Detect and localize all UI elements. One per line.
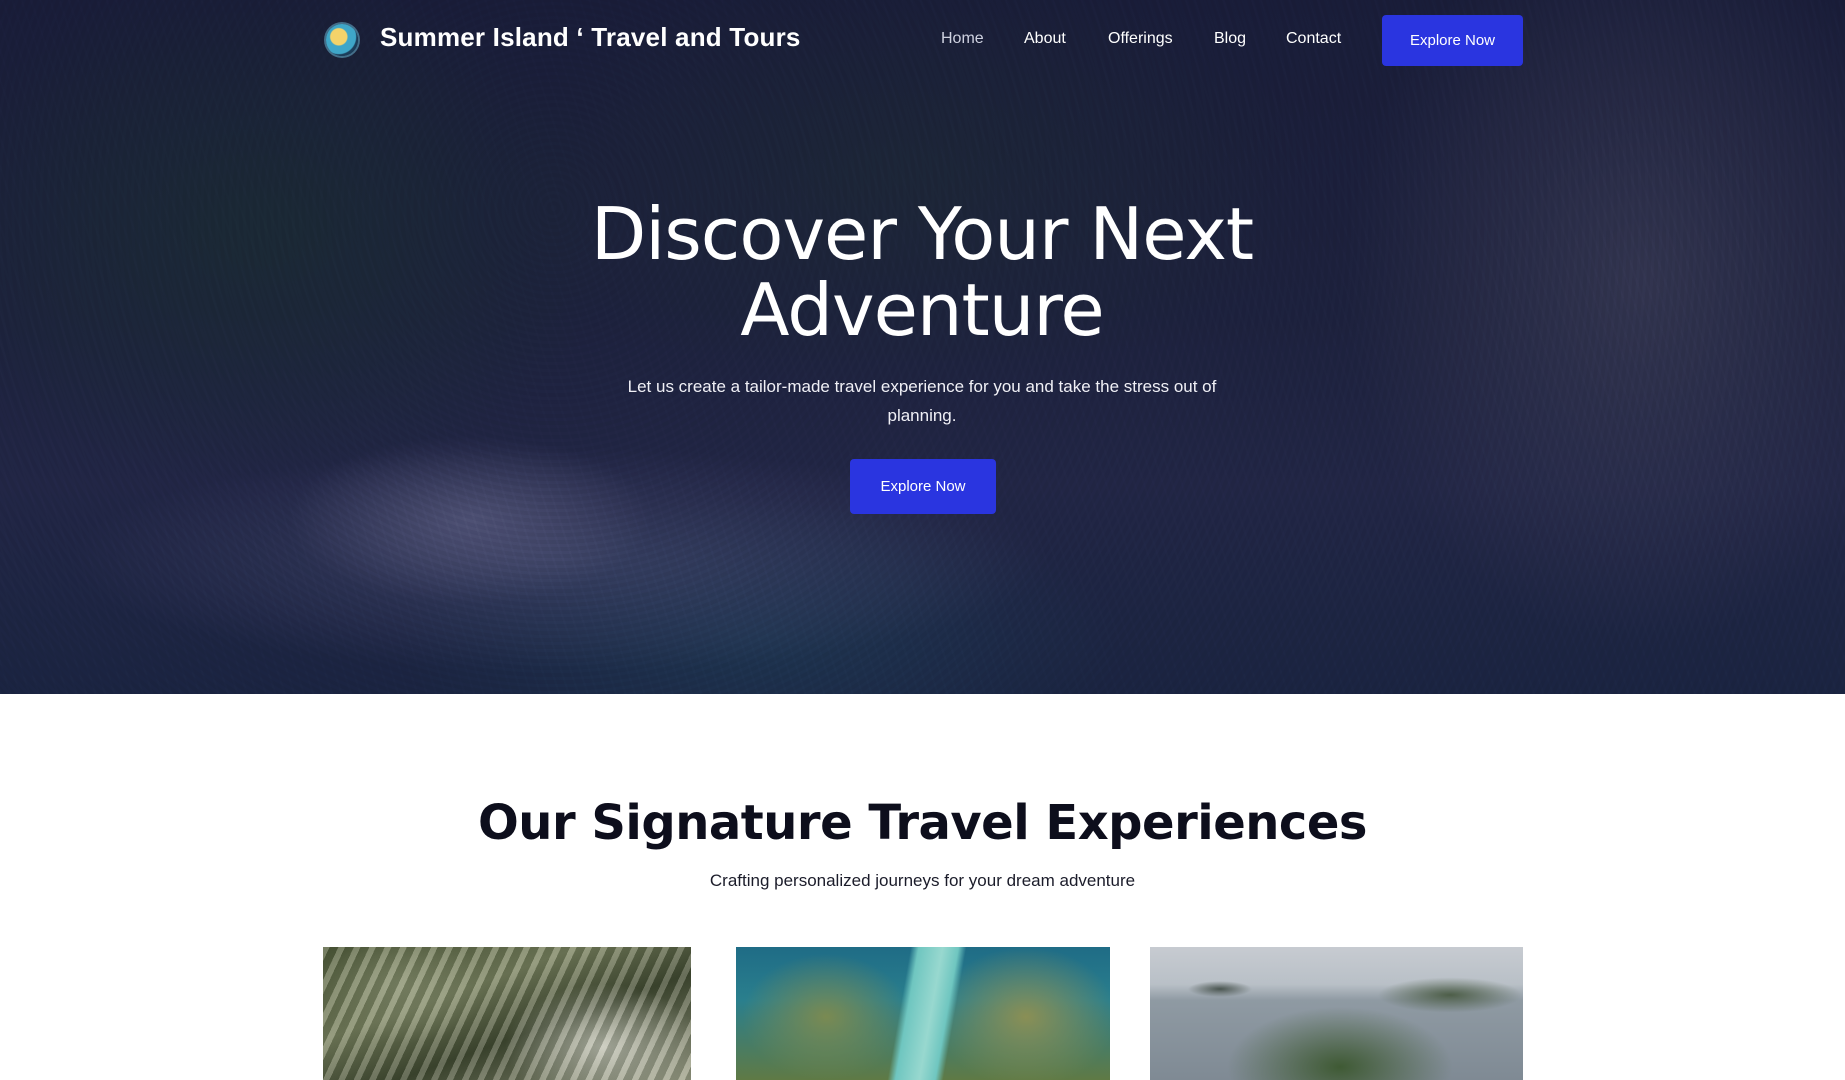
hero-title: Discover Your Next Adventure [522, 196, 1322, 348]
hero-explore-button[interactable]: Explore Now [850, 459, 996, 514]
nav-about-link[interactable]: About [1024, 30, 1066, 48]
header-explore-button[interactable]: Explore Now [1382, 15, 1523, 66]
hero-title-line-2: Adventure [740, 268, 1104, 352]
section-subtitle: Crafting personalized journeys for your … [709, 871, 1136, 890]
nav-offerings-link[interactable]: Offerings [1108, 30, 1173, 48]
experience-card-image-3[interactable] [1150, 947, 1523, 1080]
section-title: Our Signature Travel Experiences [478, 795, 1368, 851]
experience-card-image-1[interactable] [323, 947, 691, 1080]
nav-blog-link[interactable]: Blog [1214, 30, 1246, 48]
brand-name[interactable]: Summer Island ‘ Travel and Tours [380, 22, 801, 53]
globe-icon[interactable] [326, 24, 358, 56]
hero-section: Summer Island ‘ Travel and Tours Home Ab… [0, 0, 1845, 694]
hero-title-line-1: Discover Your Next [590, 192, 1254, 276]
top-navigation: Summer Island ‘ Travel and Tours Home Ab… [0, 0, 1845, 80]
nav-contact-link[interactable]: Contact [1286, 30, 1341, 48]
nav-home-link[interactable]: Home [941, 30, 984, 48]
hero-subtitle: Let us create a tailor-made travel exper… [627, 377, 1217, 425]
experience-card-image-2[interactable] [736, 947, 1110, 1080]
